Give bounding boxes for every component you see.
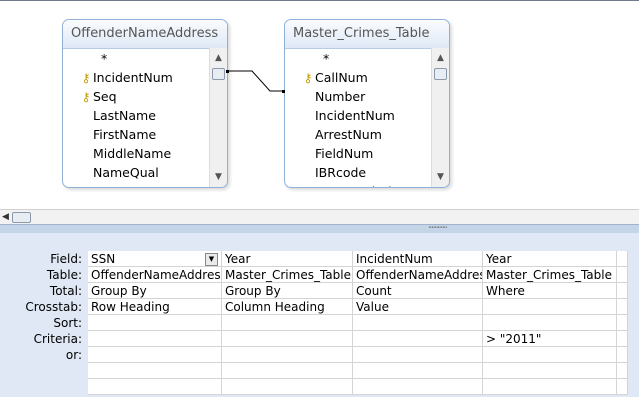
- grid-cell[interactable]: [483, 315, 617, 331]
- grid-cell[interactable]: [88, 331, 222, 347]
- cell-value: OffenderNameAddress: [91, 268, 222, 282]
- grid-cell[interactable]: Value: [353, 299, 483, 315]
- grid-cell[interactable]: [353, 379, 483, 395]
- grid-cell[interactable]: OffenderNameAddress: [353, 267, 483, 283]
- grid-cell[interactable]: [88, 315, 222, 331]
- grid-cell[interactable]: Master_Crimes_Table: [222, 267, 353, 283]
- grid-cell[interactable]: [353, 315, 483, 331]
- grid-cell[interactable]: IncidentNum: [353, 251, 483, 267]
- cell-value: Row Heading: [91, 300, 170, 314]
- grid-cell[interactable]: [353, 363, 483, 379]
- grid-cell[interactable]: [222, 379, 353, 395]
- grid-cell[interactable]: [483, 299, 617, 315]
- query-design-pane: OffenderNameAddress * ⚷ IncidentNum ⚷ Seq Las…: [0, 0, 639, 208]
- cell-value: OffenderNameAddress: [356, 268, 483, 282]
- grid-cell[interactable]: Master_Crimes_Table: [483, 267, 617, 283]
- grid-cell[interactable]: [88, 379, 222, 395]
- grid-cell[interactable]: [222, 331, 353, 347]
- grid-cell[interactable]: [617, 251, 628, 267]
- grid-row: Row Heading Column Heading Value: [88, 299, 628, 315]
- horizontal-scrollbar[interactable]: ◀: [0, 209, 639, 224]
- grid-cell[interactable]: Group By: [88, 283, 222, 299]
- cell-value: Master_Crimes_Table: [225, 268, 351, 282]
- grid-cell[interactable]: Year: [483, 251, 617, 267]
- grid-row: [88, 347, 628, 363]
- grid-row: [88, 315, 628, 331]
- row-label: or:: [65, 348, 82, 362]
- grid-cell[interactable]: [617, 347, 628, 363]
- grid-cell[interactable]: [617, 379, 628, 395]
- grid-cell[interactable]: [222, 363, 353, 379]
- grid-cell[interactable]: [353, 347, 483, 363]
- grid-cell[interactable]: [617, 315, 628, 331]
- scroll-thumb[interactable]: [12, 212, 31, 223]
- grid-row: OffenderNameAddress Master_Crimes_Table Of…: [88, 267, 628, 283]
- grid-cell[interactable]: [88, 363, 222, 379]
- cell-value: Year: [486, 252, 512, 266]
- row-label: Total:: [49, 284, 82, 298]
- grid-cell[interactable]: [617, 283, 628, 299]
- grid-cell[interactable]: [222, 315, 353, 331]
- cell-value: Master_Crimes_Table: [486, 268, 612, 282]
- grid-cells: SSN ▼ Year IncidentNum Year OffenderNameAddre…: [88, 251, 628, 395]
- cell-value: Group By: [91, 284, 147, 298]
- dropdown-arrow-icon[interactable]: ▼: [205, 253, 218, 266]
- grid-row: Group By Group By Count Where: [88, 283, 628, 299]
- grid-row: [88, 363, 628, 379]
- row-label: Sort:: [53, 316, 82, 330]
- grid-cell[interactable]: [353, 331, 483, 347]
- cell-value: IncidentNum: [356, 252, 433, 266]
- scroll-left-arrow-icon[interactable]: ◀: [2, 210, 9, 224]
- grid-cell[interactable]: Group By: [222, 283, 353, 299]
- splitter-grip-icon[interactable]: ⋅⋅⋅⋅⋅⋅⋅⋅⋅⋅⋅⋅: [428, 224, 447, 232]
- grid-cell[interactable]: > "2011": [483, 331, 617, 347]
- join-line[interactable]: [0, 1, 639, 209]
- row-label: Criteria:: [33, 332, 82, 346]
- grid-row: > "2011": [88, 331, 628, 347]
- row-label: Field:: [50, 252, 82, 266]
- grid-cell[interactable]: [483, 363, 617, 379]
- grid-cell[interactable]: Year: [222, 251, 353, 267]
- grid-row: [88, 379, 628, 395]
- cell-value: > "2011": [486, 332, 542, 346]
- cell-value: Count: [356, 284, 392, 298]
- grid-cell[interactable]: Count: [353, 283, 483, 299]
- cell-value: Column Heading: [225, 300, 325, 314]
- cell-value: Value: [356, 300, 389, 314]
- row-label: Crosstab:: [25, 300, 82, 314]
- cell-value: SSN: [91, 252, 116, 266]
- grid-cell[interactable]: Row Heading: [88, 299, 222, 315]
- grid-cell[interactable]: [483, 379, 617, 395]
- grid-row: SSN ▼ Year IncidentNum Year: [88, 251, 628, 267]
- grid-cell[interactable]: [222, 347, 353, 363]
- grid-cell[interactable]: [617, 267, 628, 283]
- grid-cell[interactable]: SSN ▼: [88, 251, 222, 267]
- cell-value: Year: [225, 252, 251, 266]
- grid-cell[interactable]: Where: [483, 283, 617, 299]
- grid-cell[interactable]: [483, 347, 617, 363]
- grid-cell[interactable]: [88, 347, 222, 363]
- grid-cell[interactable]: [617, 363, 628, 379]
- grid-cell[interactable]: [617, 331, 628, 347]
- grid-cell[interactable]: [617, 299, 628, 315]
- query-design-grid: Field: Table: Total: Crosstab: Sort: Criteria…: [0, 233, 639, 397]
- row-label: Table:: [46, 268, 82, 282]
- grid-cell[interactable]: OffenderNameAddress: [88, 267, 222, 283]
- cell-value: Group By: [225, 284, 281, 298]
- grid-cell[interactable]: Column Heading: [222, 299, 353, 315]
- cell-value: Where: [486, 284, 525, 298]
